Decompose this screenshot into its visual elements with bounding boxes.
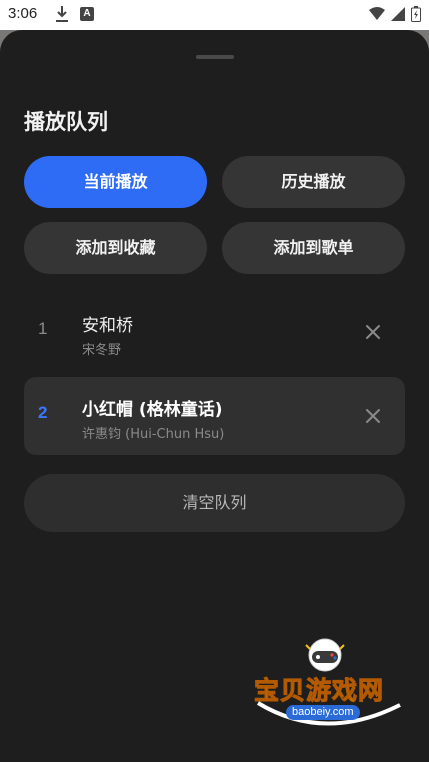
sheet-title: 播放队列	[24, 110, 108, 134]
queue-item-playing[interactable]: 2 小红帽 (格林童话) 许惠钧 (Hui-Chun Hsu)	[24, 377, 405, 455]
close-icon[interactable]	[363, 406, 383, 426]
queue-item-artist: 许惠钧 (Hui-Chun Hsu)	[82, 427, 225, 442]
close-icon[interactable]	[363, 322, 383, 342]
gamepad-mascot-icon	[305, 638, 345, 672]
wifi-icon	[369, 7, 385, 20]
signal-icon	[391, 7, 405, 21]
watermark-url: baobeiy.com	[286, 705, 360, 720]
clear-queue-button[interactable]: 清空队列	[24, 474, 405, 532]
drag-handle[interactable]	[196, 55, 234, 59]
battery-icon	[411, 6, 421, 22]
queue-item-index: 1	[38, 319, 48, 338]
watermark-logo: 宝贝游戏网 baobeiy.com	[253, 635, 404, 745]
status-time: 3:06	[8, 5, 38, 22]
tab-current-playing[interactable]: 当前播放	[24, 156, 207, 208]
queue-item-artist: 宋冬野	[82, 343, 122, 358]
notification-app-icon: A	[80, 7, 94, 21]
status-icons	[369, 6, 421, 22]
add-to-playlist-button[interactable]: 添加到歌单	[222, 222, 405, 274]
add-to-favorites-button[interactable]: 添加到收藏	[24, 222, 207, 274]
queue-item[interactable]: 1 安和桥 宋冬野	[24, 293, 405, 371]
download-icon	[56, 6, 68, 22]
queue-item-index: 2	[38, 403, 48, 422]
queue-item-title: 小红帽 (格林童话)	[82, 400, 223, 420]
status-bar: 3:06 A	[0, 0, 429, 30]
queue-item-title: 安和桥	[82, 316, 133, 336]
tab-history[interactable]: 历史播放	[222, 156, 405, 208]
